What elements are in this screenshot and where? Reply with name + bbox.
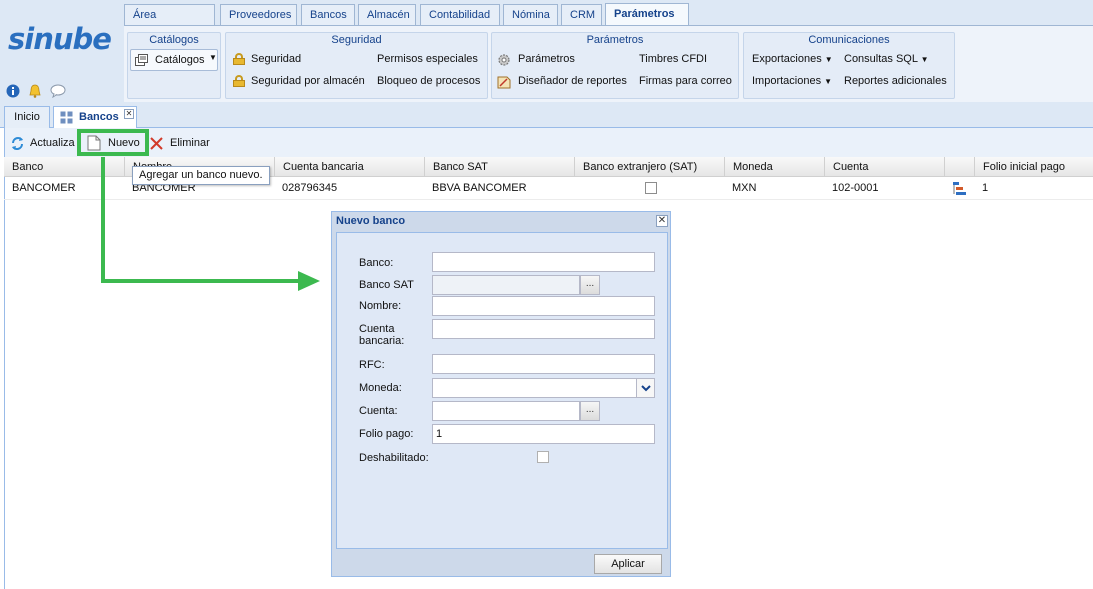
refresh-button[interactable]: Actualiza — [30, 137, 75, 149]
refresh-icon — [10, 136, 25, 154]
chat-icon[interactable] — [50, 84, 66, 99]
lock-icon — [233, 53, 245, 65]
dialog-title: Nuevo banco — [336, 215, 406, 227]
group-title-seguridad: Seguridad — [331, 34, 382, 46]
info-icon[interactable] — [6, 84, 20, 98]
logo: sinube — [8, 22, 112, 56]
cell-folio-inicial-pago[interactable]: 1 — [982, 178, 988, 198]
label-moneda: Moneda: — [359, 382, 402, 394]
input-cuenta-bancaria[interactable] — [432, 319, 655, 339]
label-cuenta-bancaria: Cuenta bancaria: — [359, 323, 405, 347]
label-deshabilitado: Deshabilitado: — [359, 452, 429, 464]
tab-crm[interactable]: CRM — [561, 4, 602, 26]
ribbon-item-bloqueo-de-procesos[interactable]: Bloqueo de procesos — [377, 75, 480, 87]
tab-area-comercial[interactable]: Área Comercial — [124, 4, 215, 42]
left-border — [4, 128, 5, 589]
input-rfc[interactable] — [432, 354, 655, 374]
column-header-cuenta[interactable]: Cuenta — [824, 157, 944, 177]
cell-moneda[interactable]: MXN — [732, 178, 756, 198]
ribbon-item-reportes-adicionales[interactable]: Reportes adicionales — [844, 75, 947, 87]
label-banco: Banco: — [359, 257, 394, 269]
ribbon-item-parametros[interactable]: Parámetros — [518, 53, 575, 65]
close-icon[interactable]: ✕ — [656, 215, 668, 227]
highlight-box — [77, 129, 149, 156]
catalog-icon — [135, 54, 149, 69]
column-header-action[interactable] — [944, 157, 974, 177]
column-header-banco-sat[interactable]: Banco SAT — [424, 157, 574, 177]
ribbon-item-disenador-de-reportes[interactable]: Diseñador de reportes — [518, 75, 627, 87]
column-header-banco-extranjero[interactable]: Banco extranjero (SAT) — [574, 157, 724, 177]
cell-cuenta-bancaria[interactable]: 028796345 — [282, 178, 337, 198]
cell-banco-extranjero-checkbox[interactable] — [645, 182, 657, 194]
column-header-banco[interactable]: Banco — [4, 157, 124, 177]
column-header-folio-inicial-pago[interactable]: Folio inicial pago — [974, 157, 1093, 177]
ribbon-item-seguridad[interactable]: Seguridad — [251, 53, 301, 65]
ribbon-group-catalogos: Catálogos Catálogos ▼ — [127, 32, 221, 99]
ribbon-item-seguridad-por-almacen[interactable]: Seguridad por almacén — [251, 75, 365, 87]
toolbar — [4, 128, 1093, 158]
tab-bancos[interactable]: Bancos — [301, 4, 355, 26]
cuenta-lookup-button[interactable]: ... — [580, 401, 600, 421]
ribbon-item-timbres-cfdi[interactable]: Timbres CFDI — [639, 53, 707, 65]
ribbon-item-importaciones[interactable]: Importaciones ▼ — [752, 75, 832, 87]
ribbon-item-exportaciones[interactable]: Exportaciones ▼ — [752, 53, 833, 65]
dialog-body: Banco: Banco SAT ... Nombre: Cuenta banc… — [336, 232, 668, 549]
label-rfc: RFC: — [359, 359, 385, 371]
chevron-down-icon: ▼ — [209, 53, 217, 62]
apply-button[interactable]: Aplicar — [594, 554, 662, 574]
chevron-down-icon[interactable] — [636, 378, 655, 398]
tab-proveedores[interactable]: Proveedores — [220, 4, 297, 26]
page-tab-strip — [0, 104, 1093, 128]
catalogos-dropdown-button[interactable]: Catálogos ▼ — [130, 49, 218, 71]
ribbon-item-consultas-sql[interactable]: Consultas SQL ▼ — [844, 53, 929, 65]
label-banco-sat: Banco SAT — [359, 279, 414, 291]
chevron-down-icon: ▼ — [920, 55, 929, 64]
input-cuenta[interactable] — [432, 401, 580, 421]
close-tab-icon[interactable]: ✕ — [124, 109, 134, 119]
bell-icon[interactable] — [28, 84, 42, 98]
group-title-catalogos: Catálogos — [149, 34, 199, 46]
ribbon-group-parametros: Parámetros — [491, 32, 739, 99]
hierarchy-icon[interactable] — [952, 181, 968, 200]
group-title-comunicaciones: Comunicaciones — [808, 34, 890, 46]
report-designer-icon — [497, 75, 511, 92]
group-title-parametros: Parámetros — [586, 34, 644, 46]
cell-banco-sat[interactable]: BBVA BANCOMER — [432, 178, 527, 198]
banco-sat-lookup-button[interactable]: ... — [580, 275, 600, 295]
ribbon-group-seguridad: Seguridad — [225, 32, 488, 99]
select-moneda[interactable] — [432, 378, 637, 398]
catalogos-label: Catálogos — [155, 54, 205, 66]
row-divider — [4, 199, 1093, 200]
tab-almacen[interactable]: Almacén — [358, 4, 416, 26]
input-banco[interactable] — [432, 252, 655, 272]
cell-cuenta[interactable]: 102-0001 — [832, 178, 879, 198]
tab-nomina[interactable]: Nómina — [503, 4, 558, 26]
page-tab-inicio[interactable]: Inicio — [4, 106, 50, 128]
ribbon-item-firmas-para-correo[interactable]: Firmas para correo — [639, 75, 732, 87]
chevron-down-icon: ▼ — [824, 55, 833, 64]
page-tab-bancos[interactable]: Bancos ✕ — [53, 106, 137, 128]
chevron-down-icon: ▼ — [824, 77, 833, 86]
tab-parametros[interactable]: Parámetros — [605, 3, 689, 27]
new-bank-dialog: Nuevo banco ✕ Banco: Banco SAT ... Nombr… — [331, 211, 671, 577]
cell-banco[interactable]: BANCOMER — [12, 178, 76, 198]
ribbon-group-comunicaciones: Comunicaciones — [743, 32, 955, 99]
delete-button[interactable]: Eliminar — [170, 137, 210, 149]
tooltip: Agregar un banco nuevo. — [132, 166, 270, 185]
label-cuenta: Cuenta: — [359, 405, 398, 417]
tab-contabilidad[interactable]: Contabilidad — [420, 4, 500, 26]
input-nombre[interactable] — [432, 296, 655, 316]
input-banco-sat[interactable] — [432, 275, 580, 295]
page-tab-bancos-label: Bancos — [79, 111, 119, 123]
ribbon-item-permisos-especiales[interactable]: Permisos especiales — [377, 53, 478, 65]
delete-icon — [150, 137, 163, 153]
input-folio-pago[interactable]: 1 — [432, 424, 655, 444]
gear-icon — [497, 53, 511, 70]
column-header-moneda[interactable]: Moneda — [724, 157, 824, 177]
lock-icon — [233, 75, 245, 87]
label-nombre: Nombre: — [359, 300, 402, 312]
checkbox-deshabilitado[interactable] — [537, 451, 549, 463]
label-folio-pago: Folio pago: — [359, 428, 414, 440]
column-header-cuenta-bancaria[interactable]: Cuenta bancaria — [274, 157, 424, 177]
